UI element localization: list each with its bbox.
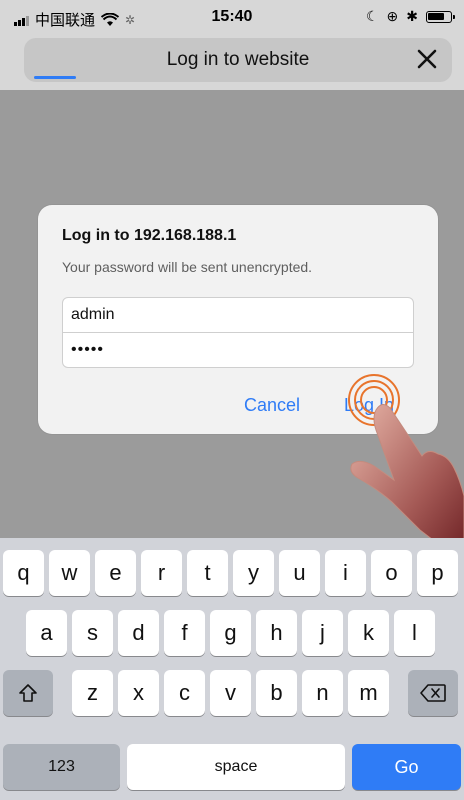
delete-key[interactable]: [408, 670, 458, 716]
pointing-hand-icon: [350, 404, 464, 560]
key-t[interactable]: t: [187, 550, 228, 596]
key-x[interactable]: x: [118, 670, 159, 716]
shift-key[interactable]: [3, 670, 53, 716]
key-q[interactable]: q: [3, 550, 44, 596]
key-h[interactable]: h: [256, 610, 297, 656]
onscreen-keyboard: q w e r t y u i o p a s d f g h j k l z …: [0, 538, 464, 800]
status-right: ☾ ⊕ ✱: [365, 8, 455, 25]
key-e[interactable]: e: [95, 550, 136, 596]
key-r[interactable]: r: [141, 550, 182, 596]
key-m[interactable]: m: [348, 670, 389, 716]
rotation-lock-icon: ⊕: [386, 8, 399, 24]
dialog-title: Log in to 192.168.188.1: [62, 227, 237, 244]
go-key[interactable]: Go: [352, 744, 461, 790]
key-n[interactable]: n: [302, 670, 343, 716]
cancel-button[interactable]: Cancel: [244, 395, 300, 416]
key-v[interactable]: v: [210, 670, 251, 716]
dialog-subtitle: Your password will be sent unencrypted.: [62, 259, 313, 275]
key-z[interactable]: z: [72, 670, 113, 716]
battery-icon: [426, 10, 455, 23]
close-button[interactable]: [412, 44, 442, 74]
key-g[interactable]: g: [210, 610, 251, 656]
key-s[interactable]: s: [72, 610, 113, 656]
key-l[interactable]: l: [394, 610, 435, 656]
shift-icon: [19, 684, 37, 702]
close-icon: [417, 49, 437, 69]
numbers-key[interactable]: 123: [3, 744, 120, 790]
key-d[interactable]: d: [118, 610, 159, 656]
key-j[interactable]: j: [302, 610, 343, 656]
bluetooth-icon: ✱: [406, 8, 418, 24]
space-key[interactable]: space: [127, 744, 345, 790]
key-o[interactable]: o: [371, 550, 412, 596]
key-b[interactable]: b: [256, 670, 297, 716]
status-bar: 中国联通 ✲ 15:40 ☾ ⊕ ✱: [0, 0, 464, 34]
page-title: Log in to website: [166, 49, 310, 70]
key-p[interactable]: p: [417, 550, 458, 596]
key-c[interactable]: c: [164, 670, 205, 716]
browser-header: Log in to website: [0, 34, 464, 90]
key-i[interactable]: i: [325, 550, 366, 596]
key-w[interactable]: w: [49, 550, 90, 596]
key-f[interactable]: f: [164, 610, 205, 656]
backspace-icon: [420, 684, 446, 702]
password-field[interactable]: •••••: [62, 332, 414, 368]
key-a[interactable]: a: [26, 610, 67, 656]
loading-progress-bar: [34, 76, 76, 79]
key-y[interactable]: y: [233, 550, 274, 596]
key-u[interactable]: u: [279, 550, 320, 596]
username-field[interactable]: admin: [62, 297, 414, 333]
title-bar: Log in to website: [24, 38, 452, 82]
moon-icon: ☾: [365, 8, 379, 24]
key-k[interactable]: k: [348, 610, 389, 656]
